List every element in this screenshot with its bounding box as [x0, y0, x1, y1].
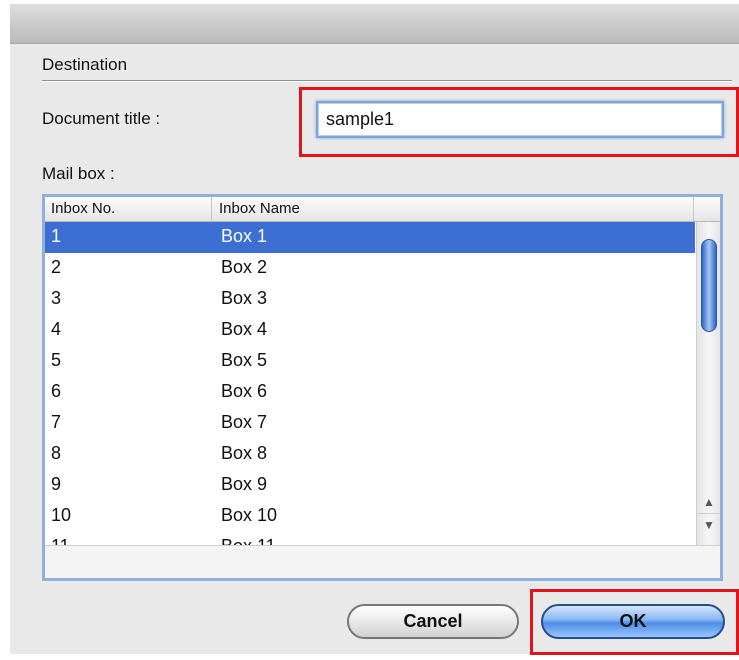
inbox-no-cell: 4	[51, 319, 62, 339]
inbox-name-cell: Box 1	[221, 226, 268, 246]
column-header-inbox-name[interactable]: Inbox Name	[219, 200, 300, 218]
table-row[interactable]: 9 Box 9	[45, 470, 695, 501]
inbox-name-cell: Box 9	[221, 474, 268, 494]
vertical-scrollbar[interactable]: ▲ ▼	[696, 222, 720, 545]
table-row[interactable]: 7 Box 7	[45, 408, 695, 439]
inbox-no-cell: 9	[51, 474, 62, 494]
inbox-no-cell: 8	[51, 443, 62, 463]
table-row[interactable]: 5 Box 5	[45, 346, 695, 377]
mailbox-label: Mail box :	[42, 164, 115, 183]
list-footer	[45, 545, 720, 578]
table-row[interactable]: 10 Box 10	[45, 501, 695, 532]
table-row[interactable]: 8 Box 8	[45, 439, 695, 470]
window-titlebar[interactable]	[10, 4, 739, 44]
document-title-input[interactable]	[316, 101, 724, 138]
table-row[interactable]: 1 Box 1	[45, 222, 695, 253]
column-divider	[693, 197, 694, 221]
table-row[interactable]: 3 Box 3	[45, 284, 695, 315]
inbox-no-cell: 2	[51, 257, 62, 277]
list-header: Inbox No. Inbox Name	[45, 197, 720, 222]
mailbox-list[interactable]: Inbox No. Inbox Name 1 Box 1 2 Box 2 3 B…	[42, 194, 723, 581]
inbox-name-cell: Box 5	[221, 350, 268, 370]
inbox-no-cell: 1	[51, 226, 62, 246]
scrollbar-thumb[interactable]	[701, 239, 717, 332]
column-header-inbox-no[interactable]: Inbox No.	[51, 200, 115, 218]
document-title-label: Document title :	[42, 109, 161, 128]
inbox-no-cell: 6	[51, 381, 62, 401]
section-divider	[42, 80, 732, 82]
inbox-name-cell: Box 3	[221, 288, 268, 308]
table-row[interactable]: 11 Box 11	[45, 532, 695, 545]
inbox-name-cell: Box 2	[221, 257, 268, 277]
inbox-name-cell: Box 10	[221, 505, 278, 525]
scroll-down-icon[interactable]: ▼	[697, 513, 720, 536]
inbox-no-cell: 7	[51, 412, 62, 432]
inbox-name-cell: Box 11	[221, 536, 276, 545]
mailbox-rows: 1 Box 1 2 Box 2 3 Box 3 4 Box 4 5 Box 5 …	[45, 222, 695, 545]
inbox-name-cell: Box 6	[221, 381, 268, 401]
inbox-no-cell: 5	[51, 350, 62, 370]
section-heading: Destination	[42, 55, 128, 74]
inbox-name-cell: Box 8	[221, 443, 268, 463]
send-dialog: Destination Document title : Mail box : …	[10, 4, 739, 655]
inbox-no-cell: 10	[51, 505, 72, 525]
inbox-name-cell: Box 4	[221, 319, 268, 339]
inbox-no-cell: 11	[51, 536, 70, 545]
ok-button[interactable]: OK	[541, 604, 725, 639]
table-row[interactable]: 6 Box 6	[45, 377, 695, 408]
column-divider	[211, 197, 212, 221]
table-row[interactable]: 2 Box 2	[45, 253, 695, 284]
inbox-no-cell: 3	[51, 288, 62, 308]
inbox-name-cell: Box 7	[221, 412, 268, 432]
scroll-up-icon[interactable]: ▲	[697, 491, 720, 513]
cancel-button[interactable]: Cancel	[347, 604, 519, 639]
table-row[interactable]: 4 Box 4	[45, 315, 695, 346]
